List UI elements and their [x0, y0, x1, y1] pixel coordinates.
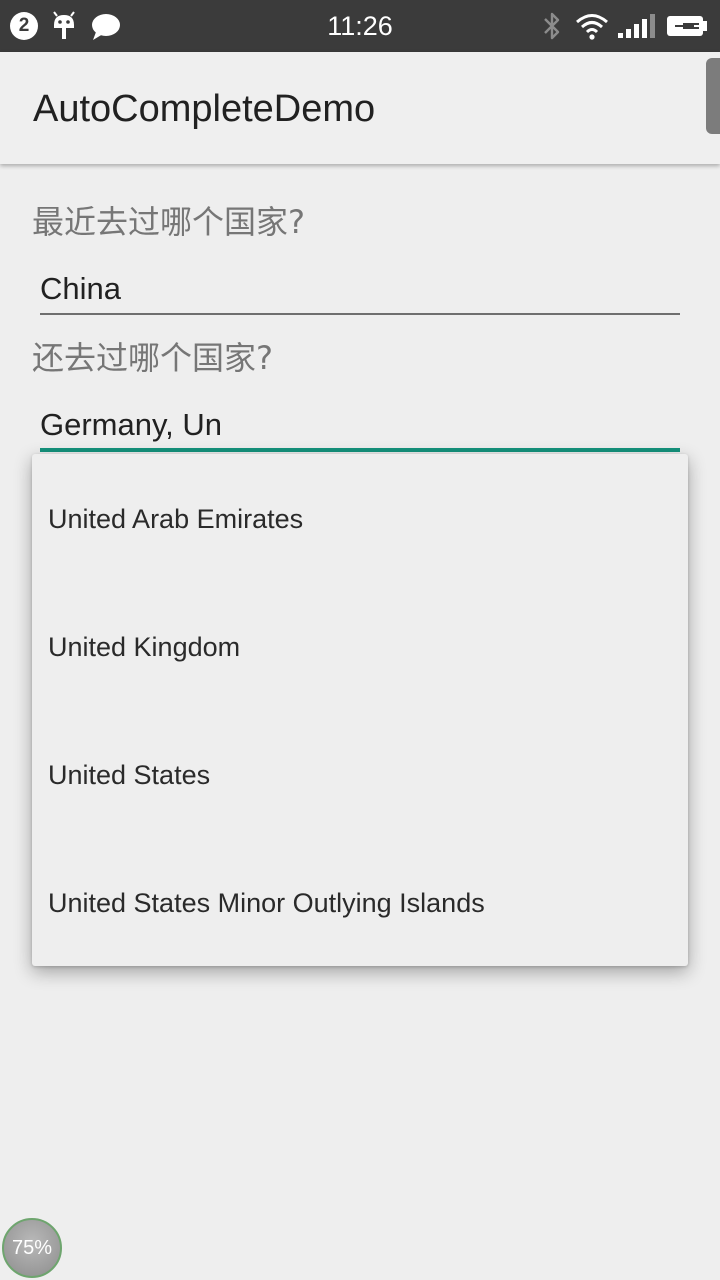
- app-title: AutoCompleteDemo: [33, 88, 376, 130]
- bluetooth-icon: [544, 12, 560, 40]
- battery-charging-icon: [667, 16, 707, 36]
- countries-multi-autocomplete-input[interactable]: [40, 402, 680, 448]
- country-autocomplete-input[interactable]: [40, 266, 680, 312]
- status-bar: 2 11:26: [0, 0, 720, 52]
- countries-input-focus-underline: [40, 448, 680, 452]
- autocomplete-dropdown: United Arab Emirates United Kingdom Unit…: [32, 454, 688, 966]
- dropdown-item-us-minor-outlying-islands[interactable]: United States Minor Outlying Islands: [32, 838, 688, 966]
- action-bar: AutoCompleteDemo: [0, 52, 720, 164]
- dropdown-item-united-states[interactable]: United States: [32, 710, 688, 838]
- dropdown-item-united-kingdom[interactable]: United Kingdom: [32, 582, 688, 710]
- floating-battery-bubble[interactable]: 75%: [2, 1218, 62, 1278]
- edge-handle[interactable]: [706, 58, 720, 134]
- question1-label: 最近去过哪个国家?: [32, 203, 305, 241]
- dropdown-item-united-arab-emirates[interactable]: United Arab Emirates: [32, 454, 688, 582]
- signal-icon: [618, 14, 655, 38]
- country-input-underline: [40, 313, 680, 315]
- status-time: 11:26: [327, 11, 393, 41]
- question2-label: 还去过哪个国家?: [32, 339, 273, 377]
- wifi-icon: [576, 14, 608, 40]
